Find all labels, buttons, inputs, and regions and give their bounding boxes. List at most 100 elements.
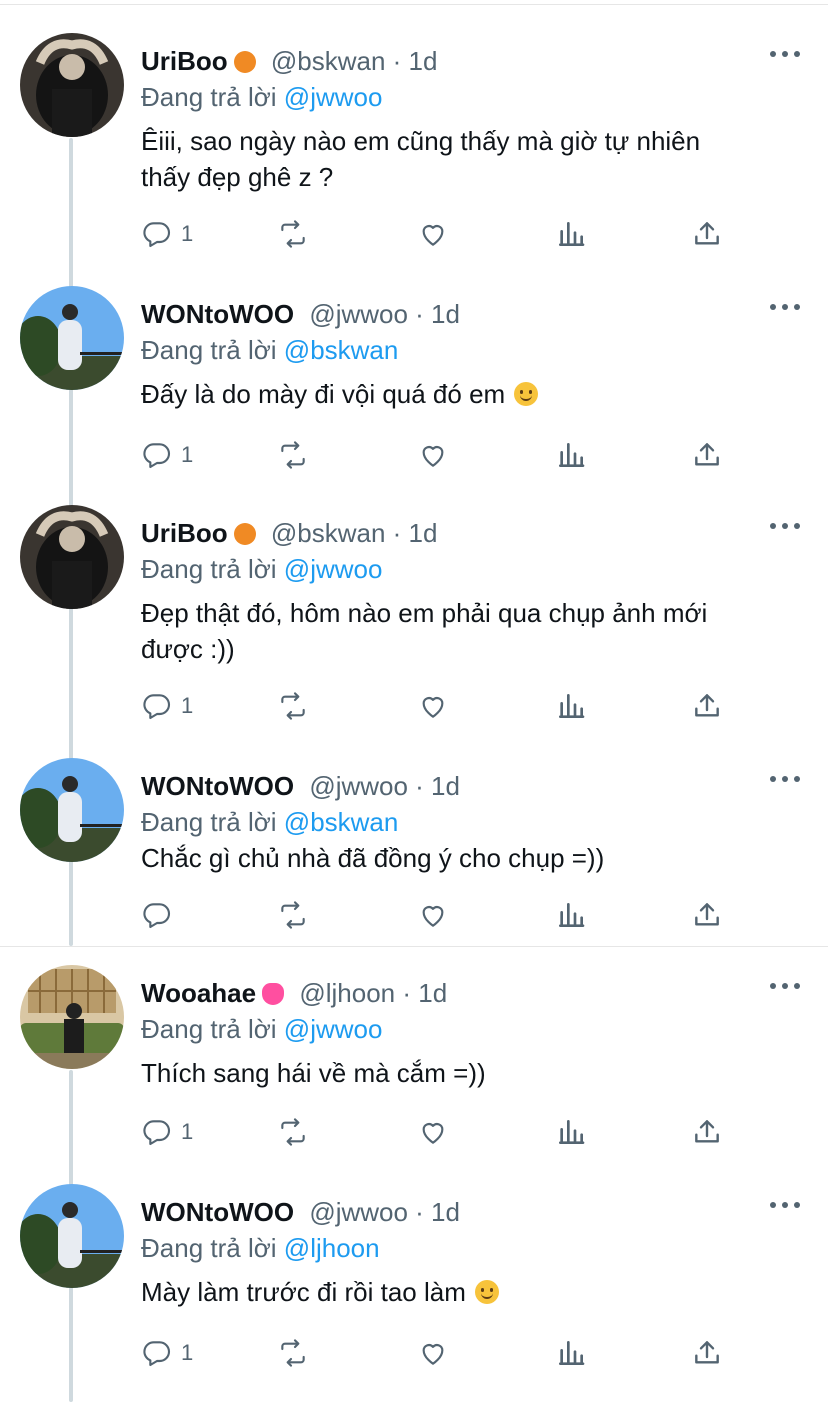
tweet-text-line: Đẹp thật đó, hôm nào em phải qua chụp ản… — [141, 598, 708, 628]
reply-button[interactable]: 1 — [141, 217, 193, 251]
reply-button[interactable] — [141, 898, 181, 932]
analytics-button[interactable] — [555, 438, 587, 472]
action-bar: 1 — [141, 438, 741, 472]
reply-prefix: Đang trả lời — [141, 807, 277, 837]
retweet-button[interactable] — [277, 1115, 309, 1149]
conversation-divider — [0, 946, 828, 947]
top-divider — [0, 4, 828, 5]
share-button[interactable] — [691, 217, 723, 251]
tweet-text-line: Đấy là do mày đi vội quá đó em — [141, 379, 506, 409]
reply-count: 1 — [181, 221, 194, 246]
display-name[interactable]: UriBoo — [141, 46, 228, 76]
reply-icon — [143, 443, 171, 469]
action-bar — [141, 898, 741, 932]
reply-button[interactable]: 1 — [141, 438, 193, 472]
peach-emoji-icon — [233, 51, 256, 73]
reply-to-link[interactable]: @jwwoo — [284, 554, 383, 584]
more-icon[interactable] — [770, 49, 800, 59]
tweet-text-line: được :)) — [141, 634, 235, 664]
more-icon[interactable] — [770, 521, 800, 531]
analytics-button[interactable] — [555, 1336, 587, 1370]
like-button[interactable] — [417, 438, 449, 472]
like-icon — [422, 1344, 444, 1365]
more-icon[interactable] — [770, 302, 800, 312]
reply-count: 1 — [181, 442, 194, 467]
retweet-button[interactable] — [277, 689, 309, 723]
more-icon[interactable] — [770, 1200, 800, 1210]
replying-to: Đang trả lời @ljhoon — [141, 1232, 380, 1264]
reply-to-link[interactable]: @jwwoo — [284, 82, 383, 112]
retweet-button[interactable] — [277, 217, 309, 251]
display-name[interactable]: UriBoo — [141, 518, 228, 548]
reply-button[interactable]: 1 — [141, 689, 193, 723]
avatar[interactable] — [20, 505, 124, 609]
share-icon — [695, 222, 719, 245]
tweet-header: Wooahae @ljhoon · 1d — [141, 977, 447, 1009]
action-bar: 1 — [141, 1115, 741, 1149]
retweet-button[interactable] — [277, 1336, 309, 1370]
avatar[interactable] — [20, 965, 124, 1069]
share-button[interactable] — [691, 438, 723, 472]
like-button[interactable] — [417, 898, 449, 932]
tweet-text-line: Êiii, sao ngày nào em cũng thấy mà giờ t… — [141, 126, 701, 156]
share-button[interactable] — [691, 689, 723, 723]
replying-to: Đang trả lời @bskwan — [141, 334, 398, 366]
more-icon[interactable] — [770, 774, 800, 784]
tweet-text: Đẹp thật đó, hôm nào em phải qua chụp ản… — [141, 595, 801, 667]
retweet-button[interactable] — [277, 438, 309, 472]
display-name[interactable]: WONtoWOO — [141, 299, 294, 329]
avatar[interactable] — [20, 758, 124, 862]
reply-button[interactable]: 1 — [141, 1115, 193, 1149]
like-button[interactable] — [417, 1336, 449, 1370]
share-button[interactable] — [691, 1115, 723, 1149]
like-button[interactable] — [417, 689, 449, 723]
more-icon[interactable] — [770, 981, 800, 991]
avatar[interactable] — [20, 1184, 124, 1288]
analytics-button[interactable] — [555, 217, 587, 251]
tweet-text-line: Chắc gì chủ nhà đã đồng ý cho chụp =)) — [141, 843, 605, 873]
handle-time: @jwwoo · 1d — [309, 1197, 460, 1227]
reply-to-link[interactable]: @jwwoo — [284, 1014, 383, 1044]
avatar[interactable] — [20, 286, 124, 390]
display-name[interactable]: WONtoWOO — [141, 1197, 294, 1227]
retweet-icon — [281, 441, 305, 469]
reply-count: 1 — [181, 1119, 194, 1144]
reply-to-link[interactable]: @bskwan — [284, 335, 399, 365]
analytics-icon — [559, 694, 585, 718]
reply-prefix: Đang trả lời — [141, 1014, 277, 1044]
action-bar: 1 — [141, 689, 741, 723]
display-name[interactable]: WONtoWOO — [141, 771, 294, 801]
analytics-button[interactable] — [555, 1115, 587, 1149]
like-button[interactable] — [417, 217, 449, 251]
handle-time: @ljhoon · 1d — [299, 978, 448, 1008]
replying-to: Đang trả lời @jwwoo — [141, 81, 382, 113]
handle-time: @jwwoo · 1d — [309, 771, 460, 801]
reply-to-link[interactable]: @bskwan — [284, 807, 399, 837]
retweet-icon — [281, 220, 305, 248]
analytics-button[interactable] — [555, 689, 587, 723]
reply-button[interactable]: 1 — [141, 1336, 193, 1370]
tweet-header: WONtoWOO @jwwoo · 1d — [141, 1196, 460, 1228]
retweet-icon — [281, 1118, 305, 1146]
tweet-text: Đấy là do mày đi vội quá đó em — [141, 376, 801, 412]
like-button[interactable] — [417, 1115, 449, 1149]
share-icon — [695, 903, 719, 926]
display-name[interactable]: Wooahae — [141, 978, 256, 1008]
reply-count: 1 — [181, 1340, 194, 1365]
avatar[interactable] — [20, 33, 124, 137]
analytics-icon — [559, 1120, 585, 1144]
analytics-button[interactable] — [555, 898, 587, 932]
share-button[interactable] — [691, 1336, 723, 1370]
share-button[interactable] — [691, 898, 723, 932]
retweet-button[interactable] — [277, 898, 309, 932]
reply-to-link[interactable]: @ljhoon — [284, 1233, 380, 1263]
share-icon — [695, 1120, 719, 1143]
replying-to: Đang trả lời @jwwoo — [141, 553, 382, 585]
share-icon — [695, 1341, 719, 1364]
like-icon — [422, 446, 444, 467]
tweet-text: Mày làm trước đi rồi tao làm — [141, 1274, 801, 1310]
action-bar: 1 — [141, 217, 741, 251]
reply-prefix: Đang trả lời — [141, 335, 277, 365]
replying-to: Đang trả lời @jwwoo — [141, 1013, 382, 1045]
share-icon — [695, 694, 719, 717]
